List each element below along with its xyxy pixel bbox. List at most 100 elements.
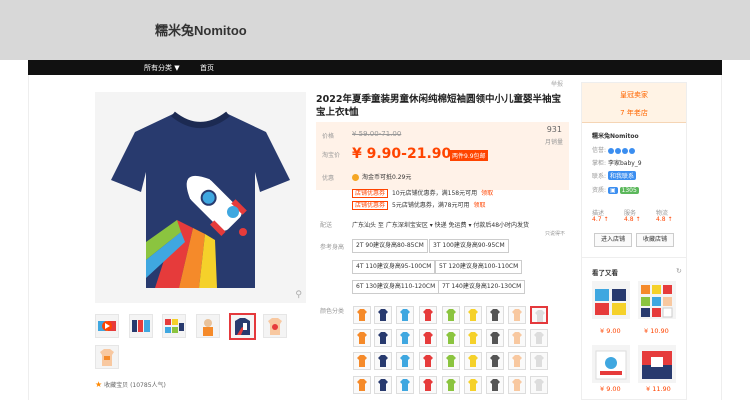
product-thumbnail[interactable]: [95, 345, 119, 369]
divider: [721, 75, 722, 400]
color-option[interactable]: [353, 329, 371, 347]
score-value: 4.8 ↑: [624, 216, 641, 223]
recommend-item-image[interactable]: [638, 345, 676, 383]
color-option[interactable]: [396, 352, 414, 370]
color-option[interactable]: [486, 306, 504, 324]
product-thumbnail-selected[interactable]: [229, 313, 256, 340]
size-option[interactable]: 7T 140建议身高120-130CM: [438, 280, 526, 294]
coupon-get-button[interactable]: 领取: [481, 190, 493, 197]
color-option[interactable]: [374, 376, 392, 394]
color-option[interactable]: [353, 352, 371, 370]
color-option[interactable]: [442, 306, 460, 324]
color-option[interactable]: [530, 329, 548, 347]
color-option[interactable]: [464, 306, 482, 324]
coin-text: 淘金币可抵0.29元: [362, 174, 412, 181]
color-option[interactable]: [419, 329, 437, 347]
offers-label: 优惠: [322, 175, 335, 182]
product-thumbnail[interactable]: [129, 314, 153, 338]
coupon-text: 10元店铺优惠券，满158元可用: [392, 190, 478, 197]
size-option[interactable]: 4T 110建议身高95-100CM: [352, 260, 436, 274]
zoom-icon[interactable]: ⚲: [295, 290, 302, 300]
size-label: 参考身高: [320, 244, 345, 251]
report-link[interactable]: 举报: [551, 79, 563, 88]
nav-all-categories[interactable]: 所有分类 ▼: [144, 63, 180, 73]
favorite-shop-button[interactable]: 收藏店铺: [636, 233, 674, 247]
color-option[interactable]: [374, 329, 392, 347]
score-value: 4.7 ↑: [592, 216, 609, 223]
star-icon: ★: [95, 380, 103, 389]
promo-tag: 两件9.9包邮: [450, 150, 488, 161]
shipping-label: 配送: [320, 222, 333, 229]
recommend-item-image[interactable]: [592, 281, 630, 319]
color-option[interactable]: [464, 329, 482, 347]
qualification-row: 资质: ▣ 1305: [592, 185, 639, 194]
color-option[interactable]: [530, 352, 548, 370]
size-option[interactable]: 5T 120建议身高100-110CM: [435, 260, 523, 274]
product-thumbnail[interactable]: [95, 314, 119, 338]
color-option[interactable]: [442, 352, 460, 370]
coupon-row: 店铺优惠券 10元店铺优惠券，满158元可用 领取: [352, 188, 493, 198]
contact-row: 联系: 和我联系: [592, 171, 636, 180]
color-option[interactable]: [464, 376, 482, 394]
size-option[interactable]: 2T 90建议身高80-85CM: [352, 239, 428, 253]
recommend-title: 看了又看: [592, 269, 618, 277]
contact-label: 联系:: [592, 173, 607, 180]
shipping-note: 只说得不: [545, 231, 566, 237]
color-option[interactable]: [486, 329, 504, 347]
color-option[interactable]: [374, 352, 392, 370]
shipping-selector[interactable]: 广东汕头 至 广东深圳宝安区 ▾ 快递 免运费 ▾ 付款后48小时内发货: [352, 220, 529, 229]
color-option[interactable]: [508, 306, 526, 324]
size-option[interactable]: 6T 130建议身高110-120CM: [352, 280, 440, 294]
recommend-item-image[interactable]: [638, 281, 676, 319]
color-option[interactable]: [508, 352, 526, 370]
nav-home[interactable]: 首页: [200, 63, 214, 73]
color-option[interactable]: [486, 352, 504, 370]
color-option[interactable]: [530, 376, 548, 394]
color-option[interactable]: [353, 306, 371, 324]
color-option[interactable]: [396, 306, 414, 324]
color-option[interactable]: [486, 376, 504, 394]
keeper-name[interactable]: 李家baby_9: [608, 160, 642, 167]
favorite-label: 收藏宝贝 (10785人气): [104, 382, 166, 389]
recommend-item-price: ¥ 9.00: [600, 385, 621, 393]
color-option[interactable]: [442, 329, 460, 347]
product-thumbnail[interactable]: [162, 314, 186, 338]
color-option[interactable]: [419, 352, 437, 370]
favorite-product[interactable]: ★ 收藏宝贝 (10785人气): [95, 380, 166, 389]
sold-count: 931: [546, 125, 562, 134]
enter-shop-button[interactable]: 进入店铺: [594, 233, 632, 247]
product-thumbnail[interactable]: [196, 314, 220, 338]
recommend-item-price: ¥ 9.00: [600, 327, 621, 335]
taojinbi-offer: 淘金币可抵0.29元: [352, 172, 411, 181]
coupon-tag: 店铺优惠券: [352, 189, 389, 198]
color-option[interactable]: [396, 329, 414, 347]
coupon-tag: 店铺优惠券: [352, 201, 389, 210]
coupon-row: 店铺优惠券 5元店铺优惠券，满78元可用 领取: [352, 200, 485, 210]
color-option-selected[interactable]: [530, 306, 548, 324]
seller-name[interactable]: 糯米兔Nomitoo: [592, 131, 639, 140]
color-option[interactable]: [442, 376, 460, 394]
shop-nav: 所有分类 ▼ 首页: [28, 60, 722, 75]
color-option[interactable]: [419, 306, 437, 324]
price-label: 价格: [322, 133, 335, 140]
refresh-icon[interactable]: ↻: [676, 267, 682, 275]
qualification-badge[interactable]: 1305: [619, 187, 639, 194]
contact-button[interactable]: 和我联系: [607, 171, 636, 180]
color-option[interactable]: [464, 352, 482, 370]
coupon-get-button[interactable]: 领取: [473, 202, 485, 209]
credit-row: 信誉:: [592, 145, 636, 154]
coupon-text: 5元店铺优惠券，满78元可用: [392, 202, 470, 209]
color-option[interactable]: [508, 376, 526, 394]
size-option[interactable]: 3T 100建议身高90-95CM: [429, 239, 509, 253]
color-option[interactable]: [353, 376, 371, 394]
color-option[interactable]: [419, 376, 437, 394]
recommend-item-price: ¥ 10.90: [644, 327, 669, 335]
product-thumbnail[interactable]: [263, 314, 287, 338]
color-option[interactable]: [374, 306, 392, 324]
shop-name[interactable]: 糯米兔Nomitoo: [155, 20, 247, 39]
main-product-image[interactable]: ⚲: [95, 92, 306, 303]
color-option[interactable]: [508, 329, 526, 347]
color-option[interactable]: [396, 376, 414, 394]
shield-icon: ▣: [607, 187, 618, 194]
recommend-item-image[interactable]: [592, 345, 630, 383]
